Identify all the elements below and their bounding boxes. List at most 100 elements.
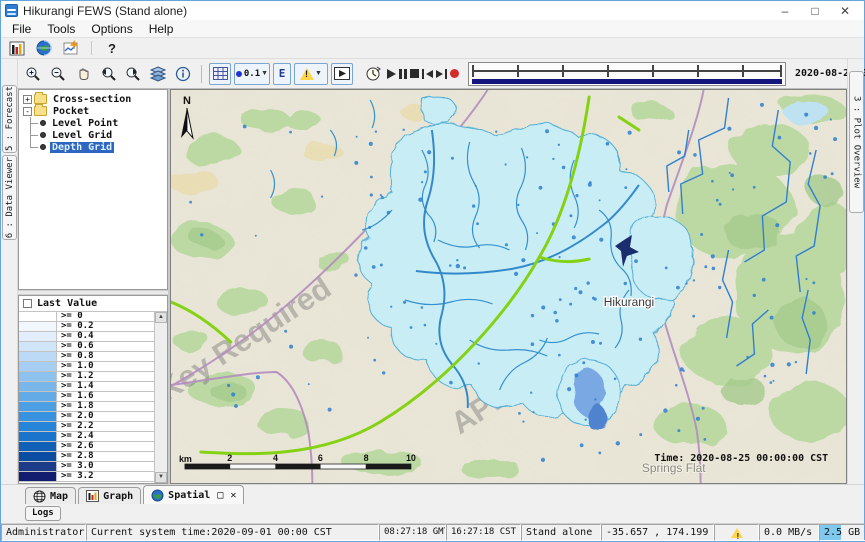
north-label: N <box>183 95 191 107</box>
status-warning[interactable] <box>714 524 759 541</box>
tree-node-label[interactable]: Cross-section <box>51 94 133 105</box>
pan-button[interactable] <box>72 62 94 86</box>
zoom-next-button[interactable] <box>122 62 144 86</box>
step-first-button[interactable] <box>422 62 433 86</box>
tab-graph[interactable]: Graph <box>78 487 141 504</box>
tab-close-icon[interactable]: ✕ <box>230 490 236 501</box>
tab-forecast[interactable]: 5 : Forecast <box>2 85 17 153</box>
tree-row-level-grid: Level Grid <box>21 129 167 141</box>
legend-table: >= 0>= 0.2>= 0.4>= 0.6>= 0.8>= 1.0>= 1.2… <box>19 312 154 483</box>
help-button[interactable]: ? <box>102 39 122 57</box>
folder-icon <box>34 106 47 116</box>
legend-scrollbar[interactable]: ▲ ▼ <box>154 312 167 483</box>
timeline-slider[interactable] <box>468 62 786 86</box>
info-icon <box>175 66 191 82</box>
tab-plot-overview[interactable]: 3 : Plot Overview <box>849 71 864 213</box>
animation-panel-button[interactable] <box>331 63 353 85</box>
tree-connector <box>27 129 39 141</box>
legend-label: >= 2.4 <box>57 432 154 441</box>
close-icon[interactable]: ✕ <box>830 2 860 20</box>
maximize-icon[interactable]: □ <box>800 2 830 20</box>
set-time-button[interactable] <box>362 62 384 86</box>
app-window: Hikurangi FEWS (Stand alone) – □ ✕ File … <box>0 0 865 542</box>
zoom-in-icon <box>25 66 41 82</box>
timeseries-button[interactable] <box>61 39 81 57</box>
legend-label: >= 1.0 <box>57 362 154 371</box>
tab-map[interactable]: Map <box>25 487 76 504</box>
globe-icon <box>151 489 164 502</box>
last-value-checkbox[interactable] <box>23 299 32 308</box>
tree-row-depth-grid: Depth Grid <box>21 141 167 153</box>
play-icon <box>387 69 396 79</box>
step-last-button[interactable] <box>436 62 447 86</box>
explorer-button[interactable] <box>7 39 27 57</box>
zoom-next-icon <box>125 66 142 82</box>
menu-options[interactable]: Options <box>83 21 140 37</box>
legend-label: >= 0.4 <box>57 332 154 341</box>
boxed-play-icon <box>334 67 350 80</box>
scroll-down-icon[interactable]: ▼ <box>155 472 167 483</box>
warning-icon <box>300 68 314 80</box>
map-canvas[interactable]: API Key Required API Key Required <box>170 89 847 484</box>
tree-node-label[interactable]: Pocket <box>51 106 91 117</box>
svg-text:2: 2 <box>227 453 232 463</box>
legend-label: >= 1.8 <box>57 402 154 411</box>
legend-swatch <box>19 372 57 381</box>
legend-row: >= 3.2 <box>19 472 154 482</box>
globe-icon <box>36 40 52 56</box>
legend-label: >= 0 <box>57 312 154 321</box>
svg-text:10: 10 <box>406 453 416 463</box>
minimize-icon[interactable]: – <box>770 2 800 20</box>
bar-chart-icon <box>86 490 99 502</box>
zoom-in-button[interactable] <box>22 62 44 86</box>
bottom-tab-bar: Map Graph Spatial □ ✕ <box>1 484 864 504</box>
status-throughput: 0.0 MB/s <box>759 524 819 541</box>
expand-icon[interactable]: + <box>23 95 32 104</box>
pause-button[interactable] <box>399 62 407 86</box>
thresholds-dropdown[interactable]: ▼ <box>294 63 328 85</box>
marker-size-select[interactable]: 0.1 ▼ <box>234 63 270 85</box>
data-viewer-panel: + Cross-section - Pocket Level P <box>18 89 170 484</box>
record-button[interactable] <box>450 62 459 86</box>
tab-maximize-icon[interactable]: □ <box>217 490 223 501</box>
legend-label: >= 2.6 <box>57 442 154 451</box>
menu-help[interactable]: Help <box>141 21 182 37</box>
zoom-out-button[interactable] <box>47 62 69 86</box>
warning-icon <box>731 528 743 538</box>
tree-row-pocket: - Pocket <box>21 105 167 117</box>
node-bullet-icon <box>40 120 46 126</box>
legend-swatch <box>19 432 57 441</box>
zoom-previous-button[interactable] <box>97 62 119 86</box>
legend-header: Last Value <box>19 296 167 312</box>
graph-icon <box>63 40 80 56</box>
status-local-time: 16:27:18 CST <box>446 524 521 541</box>
stop-button[interactable] <box>410 62 419 86</box>
menu-tools[interactable]: Tools <box>39 21 83 37</box>
tree-node-label[interactable]: Level Grid <box>50 130 114 141</box>
tab-spatial[interactable]: Spatial □ ✕ <box>143 485 244 504</box>
legend-swatch <box>19 412 57 421</box>
legend-toggle-button[interactable]: E <box>273 63 291 85</box>
legend-swatch <box>19 312 57 321</box>
collapse-icon[interactable]: - <box>23 107 32 116</box>
play-button[interactable] <box>387 62 396 86</box>
grid-button[interactable] <box>209 63 231 85</box>
legend-swatch <box>19 442 57 451</box>
legend-label: >= 0.6 <box>57 342 154 351</box>
tab-data-viewer[interactable]: 6 : Data Viewer <box>2 155 17 240</box>
tree-node-label[interactable]: Level Point <box>50 118 120 129</box>
legend-swatch <box>19 352 57 361</box>
menu-file[interactable]: File <box>4 21 39 37</box>
tree-node-label-selected[interactable]: Depth Grid <box>50 142 114 153</box>
chevron-down-icon: ▼ <box>315 70 322 77</box>
skip-forward-icon <box>436 70 443 78</box>
logs-button[interactable]: Logs <box>25 506 61 521</box>
layers-button[interactable] <box>147 62 169 86</box>
zoom-previous-icon <box>100 66 117 82</box>
info-button[interactable] <box>172 62 194 86</box>
scroll-up-icon[interactable]: ▲ <box>155 312 167 323</box>
bar-chart-icon <box>9 41 25 56</box>
right-tab-strip: 3 : Plot Overview <box>847 59 864 484</box>
left-tab-strip: 5 : Forecast 6 : Data Viewer <box>1 59 18 484</box>
map-display-button[interactable] <box>34 39 54 57</box>
